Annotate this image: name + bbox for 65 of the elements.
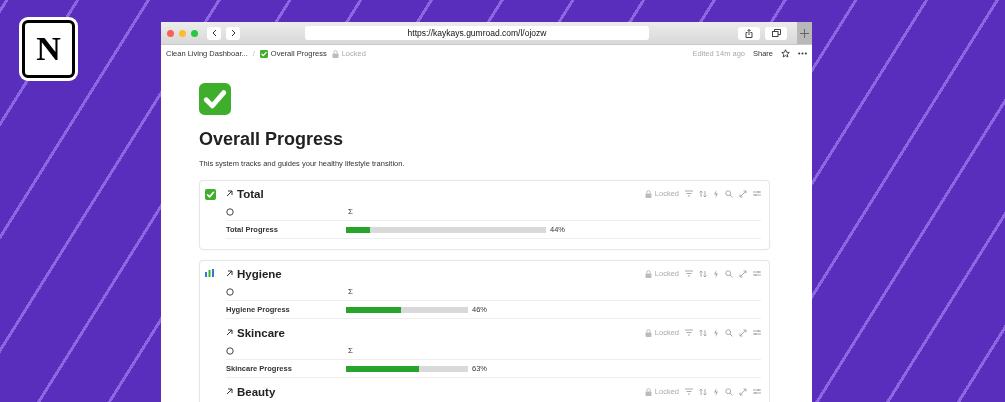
section-title[interactable]: Hygiene [237, 267, 282, 280]
column-header: Σ [348, 287, 353, 296]
bar-chart-icon [205, 269, 214, 277]
lightning-icon[interactable] [713, 189, 719, 198]
lock-icon [331, 49, 339, 58]
sort-icon[interactable] [699, 189, 707, 198]
section-title[interactable]: Skincare [237, 326, 285, 339]
section-title[interactable]: Beauty [237, 385, 276, 398]
expand-icon[interactable] [739, 387, 747, 396]
status-circle-icon [226, 346, 234, 355]
status-circle-icon [226, 207, 234, 216]
page-title: Overall Progress [199, 129, 345, 150]
lightning-icon[interactable] [713, 387, 719, 396]
arrow-icon [226, 388, 233, 395]
lock-icon [644, 189, 652, 198]
search-icon[interactable] [725, 387, 733, 396]
sort-icon[interactable] [699, 269, 707, 278]
chevron-left-icon [211, 29, 217, 37]
page-checkmark-icon [199, 83, 231, 115]
lightning-icon[interactable] [713, 269, 719, 278]
lock-icon [644, 387, 652, 396]
filter-icon[interactable] [685, 329, 693, 336]
lock-icon [644, 328, 652, 337]
status-circle-icon [226, 287, 234, 296]
filter-icon[interactable] [685, 388, 693, 395]
arrow-icon [226, 190, 233, 197]
column-header: Σ [348, 346, 353, 355]
lightning-icon[interactable] [713, 328, 719, 337]
tabs-button[interactable] [765, 26, 787, 40]
column-header: Σ [348, 207, 353, 216]
sort-icon[interactable] [699, 328, 707, 337]
expand-icon[interactable] [739, 269, 747, 278]
more-icon[interactable] [798, 52, 807, 55]
maximize-button[interactable] [191, 29, 198, 37]
address-bar[interactable]: https://kaykays.gumroad.com/l/ojozw [305, 26, 649, 40]
close-button[interactable] [167, 29, 174, 37]
arrow-icon [226, 329, 233, 336]
arrow-icon [226, 270, 233, 277]
settings-icon[interactable] [753, 270, 761, 277]
settings-icon[interactable] [753, 388, 761, 395]
checkmark-icon [205, 189, 216, 200]
share-button[interactable] [738, 26, 760, 40]
minimize-button[interactable] [179, 29, 186, 37]
chevron-right-icon [230, 29, 236, 37]
new-tab-button[interactable] [797, 22, 812, 44]
settings-icon[interactable] [753, 329, 761, 336]
forward-button[interactable] [226, 26, 240, 40]
star-icon[interactable] [781, 49, 790, 58]
expand-icon[interactable] [739, 328, 747, 337]
settings-icon[interactable] [753, 190, 761, 197]
tabs-icon [771, 29, 781, 37]
search-icon[interactable] [725, 189, 733, 198]
back-button[interactable] [207, 26, 221, 40]
search-icon[interactable] [725, 269, 733, 278]
filter-icon[interactable] [685, 270, 693, 277]
section-title[interactable]: Total [237, 187, 264, 200]
filter-icon[interactable] [685, 190, 693, 197]
plus-icon [800, 28, 809, 38]
checkmark-icon [259, 49, 268, 58]
share-icon [745, 28, 753, 38]
lock-icon [644, 269, 652, 278]
sort-icon[interactable] [699, 387, 707, 396]
search-icon[interactable] [725, 328, 733, 337]
expand-icon[interactable] [739, 189, 747, 198]
notion-logo: N [22, 20, 75, 78]
